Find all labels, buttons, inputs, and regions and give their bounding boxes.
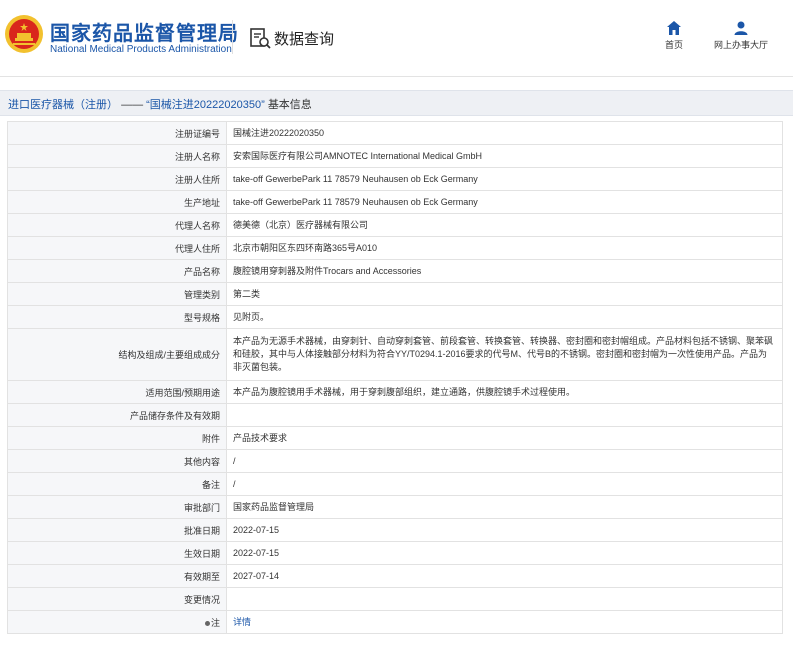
row-remark: 备注 / [7,472,783,496]
agent-value: 德美德（北京）医疗器械有限公司 [226,213,783,237]
other-value: / [226,449,783,473]
reg-no-label: 注册证编号 [7,121,227,145]
storage-value [226,403,783,427]
prod-address-label: 生产地址 [7,190,227,214]
registrant-label: 注册人名称 [7,144,227,168]
row-effective-date: 生效日期 2022-07-15 [7,541,783,565]
attachment-value: 产品技术要求 [226,426,783,450]
row-other: 其他内容 / [7,449,783,473]
effective-date-value: 2022-07-15 [226,541,783,565]
row-approval-date: 批准日期 2022-07-15 [7,518,783,542]
changes-value [226,587,783,611]
row-reg-no: 注册证编号 国械注进20222020350 [7,121,783,145]
approver-label: 审批部门 [7,495,227,519]
changes-label: 变更情况 [7,587,227,611]
storage-label: 产品储存条件及有效期 [7,403,227,427]
row-prod-address: 生产地址 take-off GewerbePark 11 78579 Neuha… [7,190,783,214]
breadcrumb-separator: —— [121,99,144,111]
note-label-cell: 注 [7,610,227,634]
structure-value: 本产品为无源手术器械，由穿刺针、自动穿刺套管、前段套管、转换套管、转换器、密封圈… [226,328,783,381]
expiry-date-value: 2027-07-14 [226,564,783,588]
mgmt-class-value: 第二类 [226,282,783,306]
row-note: 注 详情 [7,610,783,634]
remark-value: / [226,472,783,496]
breadcrumb-reg-number: “国械注进20222020350” [146,99,265,111]
note-value-cell: 详情 [226,610,783,634]
row-agent-address: 代理人住所 北京市朝阳区东四环南路365号A010 [7,236,783,260]
row-attachment: 附件 产品技术要求 [7,426,783,450]
agent-label: 代理人名称 [7,213,227,237]
national-emblem-icon [5,15,43,53]
product-name-value: 腹腔镜用穿刺器及附件Trocars and Accessories [226,259,783,283]
nav-home[interactable]: 首页 [658,20,690,51]
product-name-label: 产品名称 [7,259,227,283]
document-search-icon [250,28,271,49]
scope-label: 适用范围/预期用途 [7,380,227,404]
nav-online-office-label: 网上办事大厅 [713,40,768,50]
row-storage: 产品储存条件及有效期 [7,403,783,427]
breadcrumb: 进口医疗器械（注册） —— “国械注进20222020350” 基本信息 [0,90,793,116]
breadcrumb-category[interactable]: 进口医疗器械（注册） [8,99,118,111]
row-reg-address: 注册人住所 take-off GewerbePark 11 78579 Neuh… [7,167,783,191]
details-link[interactable]: 详情 [233,617,251,627]
row-structure: 结构及组成/主要组成成分 本产品为无源手术器械，由穿刺针、自动穿刺套管、前段套管… [7,328,783,381]
structure-label: 结构及组成/主要组成成分 [7,328,227,381]
org-name-cn: 国家药品监督管理局 [50,23,239,45]
row-agent: 代理人名称 德美德（北京）医疗器械有限公司 [7,213,783,237]
row-expiry-date: 有效期至 2027-07-14 [7,564,783,588]
row-approver: 审批部门 国家药品监督管理局 [7,495,783,519]
row-product-name: 产品名称 腹腔镜用穿刺器及附件Trocars and Accessories [7,259,783,283]
model-spec-value: 见附页。 [226,305,783,329]
row-model-spec: 型号规格 见附页。 [7,305,783,329]
note-label: 注 [210,617,220,628]
detail-table: 注册证编号 国械注进20222020350 注册人名称 安索国际医疗有限公司AM… [7,121,783,634]
row-scope: 适用范围/预期用途 本产品为腹腔镜用手术器械，用于穿刺腹部组织，建立通路，供腹腔… [7,380,783,404]
model-spec-label: 型号规格 [7,305,227,329]
data-query-link[interactable]: 数据查询 [248,24,334,52]
home-icon [667,21,681,35]
nav-online-office[interactable]: 网上办事大厅 [708,20,774,51]
user-icon [734,21,748,35]
row-mgmt-class: 管理类别 第二类 [7,282,783,306]
site-header: 国家药品监督管理局 National Medical Products Admi… [0,0,793,77]
effective-date-label: 生效日期 [7,541,227,565]
reg-address-value: take-off GewerbePark 11 78579 Neuhausen … [226,167,783,191]
reg-no-value: 国械注进20222020350 [226,121,783,145]
remark-label: 备注 [7,472,227,496]
note-dot-icon [204,620,210,626]
data-query-label: 数据查询 [274,30,335,48]
mgmt-class-label: 管理类别 [7,282,227,306]
prod-address-value: take-off GewerbePark 11 78579 Neuhausen … [226,190,783,214]
header-divider [232,20,233,54]
scope-value: 本产品为腹腔镜用手术器械，用于穿刺腹部组织，建立通路，供腹腔镜手术过程使用。 [226,380,783,404]
agent-address-label: 代理人住所 [7,236,227,260]
reg-address-label: 注册人住所 [7,167,227,191]
org-name-en: National Medical Products Administration [50,44,232,55]
breadcrumb-tail: 基本信息 [267,99,312,111]
registrant-value: 安索国际医疗有限公司AMNOTEC International Medical … [226,144,783,168]
approval-date-label: 批准日期 [7,518,227,542]
attachment-label: 附件 [7,426,227,450]
nav-home-label: 首页 [664,40,683,50]
expiry-date-label: 有效期至 [7,564,227,588]
row-changes: 变更情况 [7,587,783,611]
agent-address-value: 北京市朝阳区东四环南路365号A010 [226,236,783,260]
approval-date-value: 2022-07-15 [226,518,783,542]
other-label: 其他内容 [7,449,227,473]
row-registrant: 注册人名称 安索国际医疗有限公司AMNOTEC International Me… [7,144,783,168]
approver-value: 国家药品监督管理局 [226,495,783,519]
